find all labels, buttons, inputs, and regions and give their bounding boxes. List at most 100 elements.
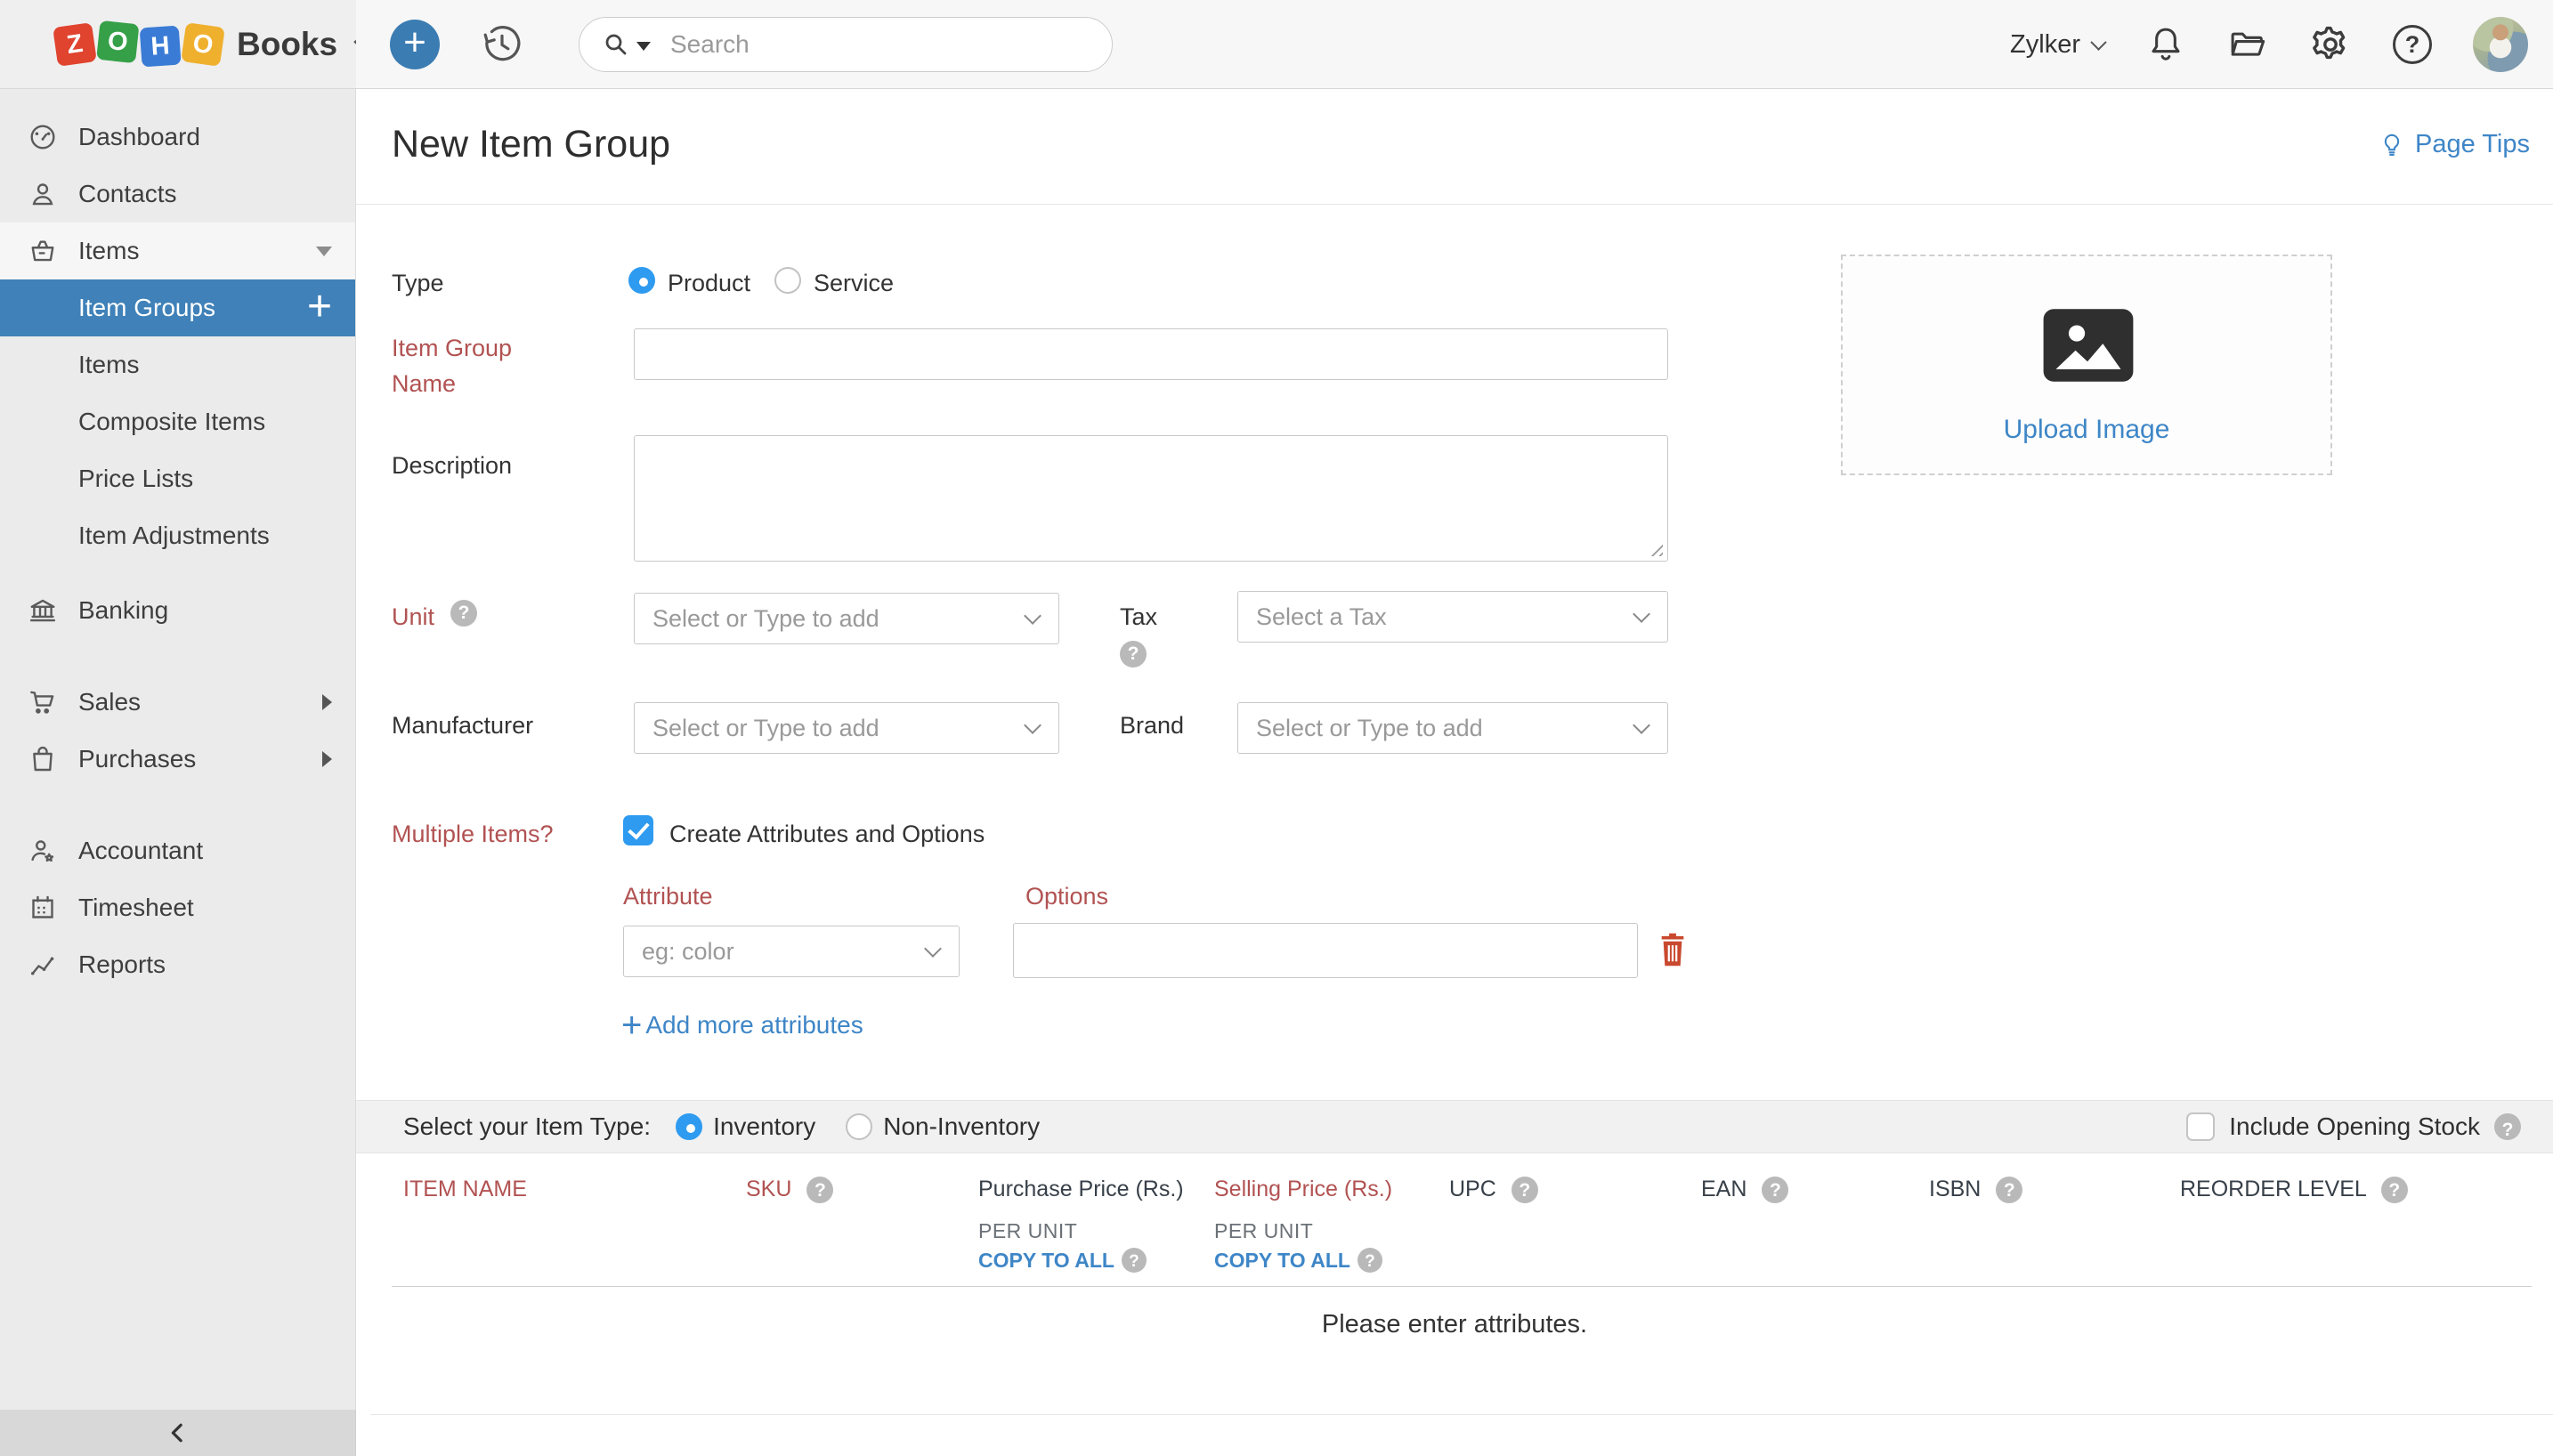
chevron-left-icon [165, 1420, 191, 1446]
isbn-help-icon[interactable] [1996, 1177, 2022, 1203]
radio-non-inventory[interactable] [846, 1113, 872, 1140]
sidebar-item-label: Composite Items [78, 408, 265, 436]
sidebar-item-purchases[interactable]: Purchases [0, 731, 355, 788]
add-more-attributes-link[interactable]: + Add more attributes [621, 1011, 863, 1039]
global-search[interactable]: Search [579, 17, 1113, 72]
copy-to-all-help-icon[interactable] [1358, 1248, 1382, 1273]
delete-attribute-row-button[interactable] [1657, 931, 1688, 968]
item-group-name-label-line2: Name [392, 370, 456, 398]
accountant-person-star-icon [27, 835, 59, 867]
col-reorder-level: REORDER LEVEL [2180, 1177, 2408, 1203]
description-textarea[interactable] [634, 435, 1668, 562]
sidebar-item-label: Contacts [78, 180, 177, 208]
bank-icon [27, 595, 59, 627]
sidebar-item-item-groups[interactable]: Item Groups [0, 279, 355, 336]
dashboard-gauge-icon [27, 121, 59, 153]
radio-service-label[interactable]: Service [814, 270, 894, 297]
sidebar-item-label: Reports [78, 950, 166, 979]
brand-area: Z O H O Books [0, 0, 356, 89]
sidebar-item-contacts[interactable]: Contacts [0, 166, 355, 222]
chevron-right-icon [322, 751, 332, 767]
documents-folder-icon[interactable] [2227, 24, 2268, 65]
manufacturer-select[interactable]: Select or Type to add [634, 702, 1059, 754]
col-isbn: ISBN [1929, 1177, 2022, 1203]
reorder-level-help-icon[interactable] [2381, 1177, 2408, 1203]
sidebar-item-banking[interactable]: Banking [0, 582, 355, 639]
chevron-down-icon [2090, 34, 2106, 50]
sidebar-item-label: Sales [78, 688, 141, 716]
search-category-caret-icon[interactable] [636, 42, 651, 51]
sidebar-item-items[interactable]: Items [0, 222, 355, 279]
radio-product-label[interactable]: Product [668, 270, 750, 297]
radio-inventory[interactable] [676, 1113, 702, 1140]
search-input[interactable]: Search [670, 30, 750, 59]
purchase-copy-to-all[interactable]: COPY TO ALL [978, 1248, 1147, 1273]
unit-select[interactable]: Select or Type to add [634, 593, 1059, 644]
sidebar-nav: Dashboard Contacts Items Item Groups Ite… [0, 89, 356, 1410]
sidebar-item-label: Item Groups [78, 294, 215, 322]
include-opening-stock-checkbox[interactable] [2186, 1112, 2215, 1141]
create-attributes-label[interactable]: Create Attributes and Options [669, 821, 985, 848]
bulb-icon [2378, 131, 2406, 159]
sidebar-item-label: Item Adjustments [78, 522, 270, 550]
notifications-bell-icon[interactable] [2145, 24, 2186, 65]
upc-help-icon[interactable] [1512, 1177, 1538, 1203]
sku-help-icon[interactable] [806, 1177, 833, 1203]
attribute-select[interactable]: eg: color [623, 926, 960, 977]
brand-select[interactable]: Select or Type to add [1237, 702, 1668, 754]
upload-image-label[interactable]: Upload Image [1843, 415, 2330, 445]
sidebar-collapse-button[interactable] [0, 1410, 356, 1456]
history-icon [481, 23, 523, 66]
selling-copy-to-all[interactable]: COPY TO ALL [1214, 1248, 1382, 1273]
selling-per-unit: PER UNIT [1214, 1219, 1313, 1243]
create-attributes-checkbox[interactable] [623, 815, 653, 845]
radio-non-inventory-label[interactable]: Non-Inventory [883, 1112, 1040, 1141]
tax-help-icon[interactable] [1120, 641, 1147, 667]
sidebar-item-accountant[interactable]: Accountant [0, 822, 355, 879]
radio-service[interactable] [774, 267, 801, 294]
sales-cart-icon [27, 686, 59, 718]
brand-label: Brand [1120, 712, 1184, 740]
opening-stock-help-icon[interactable] [2494, 1113, 2521, 1140]
upload-image-dropzone[interactable]: Upload Image [1841, 255, 2332, 475]
ean-help-icon[interactable] [1762, 1177, 1788, 1203]
org-switcher[interactable]: Zylker [2010, 30, 2104, 60]
logo-letter-z: Z [53, 22, 97, 67]
org-name: Zylker [2010, 30, 2080, 60]
search-icon [603, 31, 629, 58]
sidebar-item-price-lists[interactable]: Price Lists [0, 450, 355, 507]
sidebar-item-composite-items[interactable]: Composite Items [0, 393, 355, 450]
sidebar-item-reports[interactable]: Reports [0, 936, 355, 993]
logo-letter-o2: O [181, 22, 225, 67]
table-divider [392, 1286, 2532, 1287]
radio-product[interactable] [628, 267, 655, 294]
sidebar-item-items-sub[interactable]: Items [0, 336, 355, 393]
settings-gear-icon[interactable] [2309, 23, 2352, 66]
add-item-group-plus-icon[interactable] [307, 289, 332, 327]
zoho-books-logo[interactable]: Z O H O Books [55, 25, 373, 64]
options-input[interactable] [1013, 923, 1638, 978]
include-opening-stock-label[interactable]: Include Opening Stock [2229, 1112, 2480, 1141]
radio-inventory-label[interactable]: Inventory [713, 1112, 815, 1141]
attribute-label: Attribute [623, 883, 713, 910]
sidebar-item-label: Timesheet [78, 894, 194, 922]
col-purchase-price: Purchase Price (Rs.) [978, 1177, 1184, 1202]
copy-to-all-help-icon[interactable] [1122, 1248, 1147, 1273]
user-avatar[interactable] [2473, 17, 2528, 72]
topbar: Search Zylker [356, 0, 2553, 89]
sidebar-item-timesheet[interactable]: Timesheet [0, 879, 355, 936]
page-tips-link[interactable]: Page Tips [2378, 130, 2530, 159]
item-group-name-input[interactable] [634, 328, 1668, 380]
unit-help-icon[interactable] [450, 600, 477, 627]
manufacturer-placeholder: Select or Type to add [652, 715, 879, 742]
chevron-right-icon [322, 694, 332, 710]
help-icon[interactable] [2393, 25, 2432, 64]
tax-placeholder: Select a Tax [1256, 603, 1387, 631]
sidebar-item-dashboard[interactable]: Dashboard [0, 109, 355, 166]
tax-select[interactable]: Select a Tax [1237, 591, 1668, 643]
quick-create-button[interactable] [390, 20, 440, 69]
recent-history-button[interactable] [481, 23, 523, 66]
sidebar-item-item-adjustments[interactable]: Item Adjustments [0, 507, 355, 564]
sidebar-item-sales[interactable]: Sales [0, 674, 355, 731]
items-basket-icon [27, 235, 59, 267]
